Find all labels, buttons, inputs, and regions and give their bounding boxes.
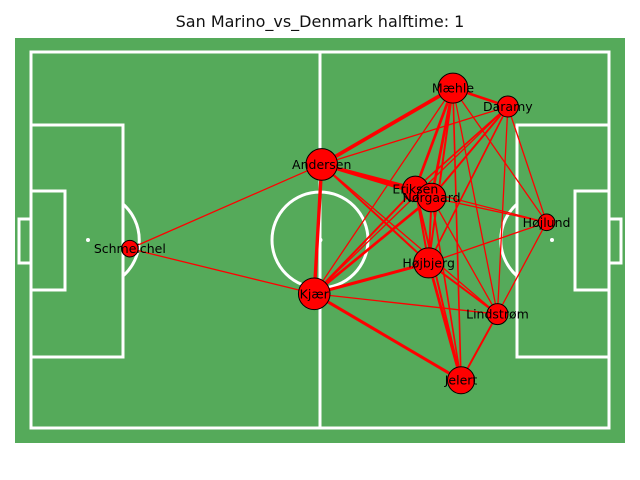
passing-network-chart: MæhleDaramyAndersenEriksenNørgaardHøjlun… bbox=[15, 38, 625, 443]
player-label-m-hle: Mæhle bbox=[432, 81, 474, 96]
player-label-daramy: Daramy bbox=[483, 99, 533, 114]
left-penalty-spot bbox=[86, 238, 90, 242]
player-label-n-rgaard: Nørgaard bbox=[403, 190, 461, 205]
player-label-andersen: Andersen bbox=[292, 157, 351, 172]
right-penalty-spot bbox=[550, 238, 554, 242]
player-label-lindstr-m: Lindstrøm bbox=[466, 307, 529, 322]
player-label-schmeichel: Schmeichel bbox=[94, 241, 166, 256]
player-label-kj-r: Kjær bbox=[300, 286, 330, 301]
player-label-jelert: Jelert bbox=[444, 373, 478, 388]
player-label-h-jbjerg: Højbjerg bbox=[402, 255, 454, 270]
player-label-h-jlund: Højlund bbox=[523, 215, 571, 230]
